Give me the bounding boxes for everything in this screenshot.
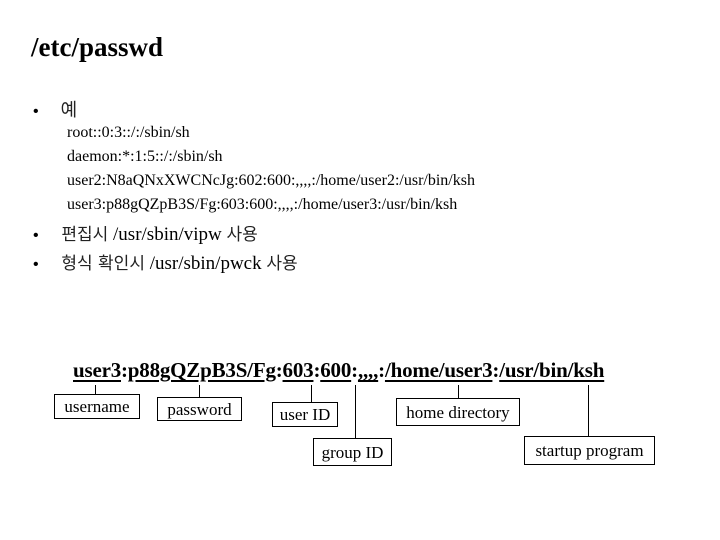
bullet-check-ko-prefix: 형식 확인시 xyxy=(61,254,145,274)
bullet-check-ko-suffix: 사용 xyxy=(266,254,298,274)
page-title: /etc/passwd xyxy=(31,32,164,62)
field-username: user3 xyxy=(73,358,121,382)
connector-shell xyxy=(588,385,589,436)
bullet-example-label: 예 xyxy=(60,100,78,121)
field-separator: : xyxy=(275,358,283,382)
label-home: home directory xyxy=(396,398,520,426)
example-line: root::0:3::/:/sbin/sh xyxy=(67,124,190,141)
field-gecos: ,,,, xyxy=(357,358,379,382)
field-password: p88gQZpB3S/Fg xyxy=(127,358,276,382)
example-line: user3:p88gQZpB3S/Fg:603:600:,,,,:/home/u… xyxy=(67,196,458,213)
connector-uid xyxy=(311,385,312,402)
bullet-edit-ko-prefix: 편집시 xyxy=(61,225,109,245)
bullet-edit: • 편집시 /usr/sbin/vipw 사용 xyxy=(33,220,258,246)
label-gid: group ID xyxy=(313,438,392,466)
bullet-marker: • xyxy=(33,103,39,120)
label-shell: startup program xyxy=(524,436,655,465)
passwd-record: user3:p88gQZpB3S/Fg:603:600:,,,,:/home/u… xyxy=(73,358,604,383)
example-line: user2:N8aQNxXWCNcJg:602:600:,,,,:/home/u… xyxy=(67,172,475,189)
connector-gid xyxy=(355,385,356,438)
bullet-edit-ko-suffix: 사용 xyxy=(226,225,258,245)
field-shell: /usr/bin/ksh xyxy=(499,358,605,382)
bullet-check: • 형식 확인시 /usr/sbin/pwck 사용 xyxy=(33,249,298,275)
connector-home xyxy=(458,385,459,398)
field-separator: : xyxy=(351,358,358,382)
label-username: username xyxy=(54,394,140,419)
bullet-example: • 예 xyxy=(33,96,77,122)
field-home: /home/user3 xyxy=(384,358,493,382)
example-line: daemon:*:1:5::/:/sbin/sh xyxy=(67,148,223,165)
bullet-check-path: /usr/sbin/pwck xyxy=(149,253,262,274)
field-gid: 600 xyxy=(320,358,352,382)
bullet-marker: • xyxy=(33,256,39,273)
connector-password xyxy=(199,385,200,397)
connector-username xyxy=(95,385,96,394)
label-password: password xyxy=(157,397,242,421)
bullet-marker: • xyxy=(33,227,39,244)
label-uid: user ID xyxy=(272,402,338,427)
field-separator: : xyxy=(121,358,128,382)
field-separator: : xyxy=(378,358,385,382)
field-uid: 603 xyxy=(282,358,314,382)
bullet-edit-path: /usr/sbin/vipw xyxy=(113,224,222,245)
